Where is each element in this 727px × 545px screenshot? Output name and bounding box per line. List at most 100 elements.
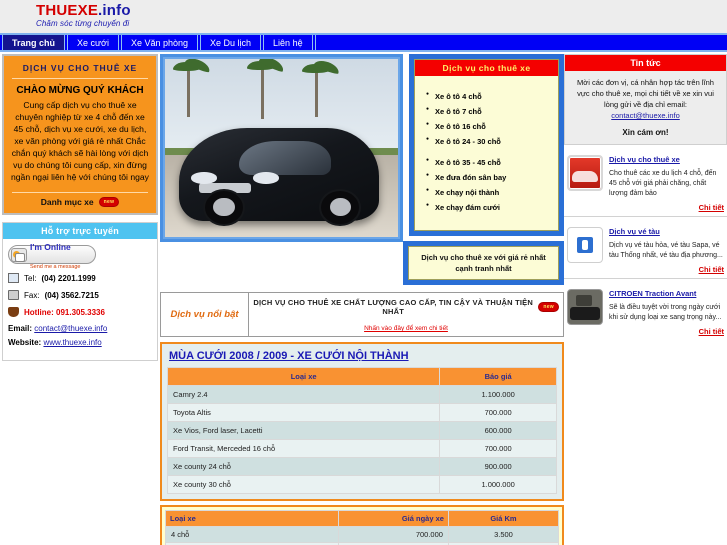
featured-headline: DỊCH VỤ CHO THUÊ XE CHẤT LƯỢNG CAO CẤP, …	[253, 298, 533, 316]
site-logo[interactable]: THUEXE.info	[36, 2, 131, 19]
cell-price: 900.000	[439, 457, 557, 476]
cell-day-price: 700.000	[337, 526, 449, 543]
page-columns: DỊCH VỤ CHO THUÊ XE CHÀO MỪNG QUÝ KHÁCH …	[0, 52, 727, 545]
palm-trunk	[187, 65, 190, 117]
cell-price: 700.000	[439, 439, 557, 458]
wedding-table-title[interactable]: MÙA CƯỚI 2008 / 2009 - XE CƯỚI NỘI THÀNH	[167, 349, 557, 367]
cell-price: 700.000	[439, 403, 557, 422]
news-item-detail-link[interactable]: Chi tiết	[609, 203, 724, 212]
col-header-bao-gia: Báo giá	[439, 367, 557, 386]
col-header-loai-xe: Loại xe	[166, 367, 441, 386]
featured-label: Dịch vụ nổi bật	[161, 293, 249, 336]
car-windshield	[239, 141, 332, 175]
nav-item-xe-van-phong[interactable]: Xe Văn phòng	[120, 35, 199, 50]
nav-item-lien-he[interactable]: Liên hệ	[263, 35, 313, 50]
email-link[interactable]: contact@thuexe.info	[34, 324, 107, 333]
featured-service-banner: Dịch vụ nổi bật DỊCH VỤ CHO THUÊ XE CHẤT…	[160, 292, 564, 337]
cell-km-price: 3.500	[447, 526, 560, 543]
welcome-header: DỊCH VỤ CHO THUÊ XE	[22, 63, 138, 73]
news-title: Tin tức	[565, 55, 726, 71]
service-item[interactable]: Xe ô tô 4 chỗ	[426, 91, 558, 101]
car-headlight	[190, 171, 218, 184]
car-headlight	[253, 171, 280, 184]
news-item-desc: Cho thuê các xe du lịch 4 chỗ, đến 45 ch…	[609, 170, 717, 197]
car-catalog-label: Danh mục xe	[40, 197, 94, 207]
divider	[12, 78, 148, 79]
chat-online-button[interactable]: I'm Online Send me a message	[8, 242, 96, 270]
services-title: Dịch vụ cho thuê xe	[415, 60, 558, 76]
palm-trunk	[261, 63, 264, 119]
service-item[interactable]: Xe ô tô 16 chỗ	[426, 121, 558, 131]
news-item: CITROEN Traction Avant Sẽ là điều tuyệt …	[564, 278, 727, 340]
col-header-gia-ngay-xe: Giá ngày xe	[337, 510, 449, 527]
new-badge-icon: new	[538, 302, 559, 312]
news-intro-email-link[interactable]: contact@thuexe.info	[611, 111, 680, 120]
palm-trunk	[315, 67, 318, 117]
table-header-row: Loại xe Giá ngày xe Giá Km	[165, 510, 560, 527]
logo-main: THUEXE	[36, 2, 99, 19]
nav-item-trang-chu[interactable]: Trang chủ	[2, 35, 66, 50]
news-item-title[interactable]: CITROEN Traction Avant	[609, 289, 724, 298]
online-support-box: Hỗ trợ trực tuyến I'm Online Send me a m…	[2, 222, 158, 361]
news-item-title[interactable]: Dịch vụ cho thuê xe	[609, 155, 724, 164]
nav-item-xe-du-lich[interactable]: Xe Du lịch	[200, 35, 262, 50]
chat-bubble-icon	[11, 247, 27, 262]
nav-filler	[314, 35, 727, 50]
train-ticket-icon	[567, 227, 603, 263]
services-list: Xe ô tô 4 chỗ Xe ô tô 7 chỗ Xe ô tô 16 c…	[415, 76, 558, 222]
hotline-value: Hotline: 091.305.3336	[24, 307, 105, 317]
news-item-text: Dịch vụ vé tàu Dịch vụ vé tàu hỏa, vé tà…	[609, 227, 724, 274]
fax-row: Fax: (04) 3562.7215	[8, 290, 152, 300]
service-item[interactable]: Xe ô tô 24 - 30 chỗ	[426, 136, 558, 146]
news-item-detail-link[interactable]: Chi tiết	[609, 327, 724, 336]
cell-car-type: Toyota Altis	[166, 403, 441, 422]
service-item[interactable]: Xe ô tô 35 - 45 chỗ	[426, 157, 558, 167]
news-intro-text: Mời các đơn vị, cá nhân hợp tác trên lĩn…	[577, 78, 714, 109]
table-row: Xe Vios, Ford laser, Lacetti 600.000	[166, 421, 557, 440]
car-wheel	[203, 188, 246, 226]
featured-content: DỊCH VỤ CHO THUÊ XE CHẤT LƯỢNG CAO CẤP, …	[249, 293, 563, 336]
news-item-title[interactable]: Dịch vụ vé tàu	[609, 227, 724, 236]
nav-item-xe-cuoi[interactable]: Xe cưới	[67, 35, 119, 50]
cell-car-type: Xe Vios, Ford laser, Lacetti	[166, 421, 441, 440]
featured-headline-row: DỊCH VỤ CHO THUÊ XE CHẤT LƯỢNG CAO CẤP, …	[253, 298, 559, 316]
news-intro: Mời các đơn vị, cá nhân hợp tác trên lĩn…	[565, 71, 726, 144]
red-car-icon	[567, 155, 603, 191]
cell-car-type: Ford Transit, Merceded 16 chỗ	[166, 439, 441, 458]
hero-row: Dịch vụ cho thuê xe Xe ô tô 4 chỗ Xe ô t…	[160, 54, 564, 285]
news-item: Dịch vụ cho thuê xe Cho thuê các xe du l…	[564, 145, 727, 216]
table-row: Ford Transit, Merceded 16 chỗ 700.000	[166, 439, 557, 458]
tel-value: (04) 2201.1999	[41, 273, 96, 283]
car-catalog-link[interactable]: Danh mục xe new	[10, 197, 150, 207]
site-header: THUEXE.info Chăm sóc từng chuyến đi	[0, 0, 727, 33]
welcome-body: Cung cấp dịch vụ cho thuê xe chuyên nghi…	[11, 100, 149, 182]
services-box: Dịch vụ cho thuê xe Xe ô tô 4 chỗ Xe ô t…	[409, 54, 564, 236]
cell-car-type: Xe county 30 chỗ	[166, 475, 441, 494]
main-navigation: Trang chủ Xe cưới Xe Văn phòng Xe Du lịc…	[0, 33, 727, 52]
vintage-car-icon	[567, 289, 603, 325]
page-root: THUEXE.info Chăm sóc từng chuyến đi Tran…	[0, 0, 727, 545]
left-sidebar: DỊCH VỤ CHO THUÊ XE CHÀO MỪNG QUÝ KHÁCH …	[0, 52, 160, 361]
phone-icon	[8, 273, 19, 283]
wedding-price-table: Loại xe Báo giá Camry 2.4 1.100.000 Toyo…	[166, 367, 557, 494]
support-body: I'm Online Send me a message Tel: (04) 2…	[3, 239, 157, 360]
news-item-text: CITROEN Traction Avant Sẽ là điều tuyệt …	[609, 289, 724, 336]
table-row: Xe county 24 chỗ 900.000	[166, 457, 557, 476]
website-link[interactable]: www.thuexe.info	[43, 338, 101, 347]
site-tagline: Chăm sóc từng chuyến đi	[36, 19, 130, 28]
cell-car-type: Camry 2.4	[166, 385, 441, 404]
service-item[interactable]: Xe ô tô 7 chỗ	[426, 106, 558, 116]
rate-price-table: Loại xe Giá ngày xe Giá Km 4 chỗ 700.000…	[165, 510, 560, 545]
chat-subtitle: Send me a message	[30, 263, 81, 270]
news-item: Dịch vụ vé tàu Dịch vụ vé tàu hỏa, vé tà…	[564, 216, 727, 278]
service-item[interactable]: Xe đưa đón sân bay	[426, 172, 558, 182]
featured-detail-link[interactable]: Nhấn vào đây để xem chi tiết	[253, 325, 559, 332]
service-item[interactable]: Xe chạy nội thành	[426, 187, 558, 197]
email-label: Email:	[8, 324, 33, 333]
news-item-detail-link[interactable]: Chi tiết	[609, 265, 724, 274]
new-badge-icon: new	[98, 197, 120, 207]
telephone-row: Tel: (04) 2201.1999	[8, 273, 152, 283]
news-thanks: Xin cám ơn!	[622, 128, 669, 137]
service-item[interactable]: Xe chạy đám cưới	[426, 202, 558, 212]
welcome-box: DỊCH VỤ CHO THUÊ XE CHÀO MỪNG QUÝ KHÁCH …	[2, 54, 158, 215]
